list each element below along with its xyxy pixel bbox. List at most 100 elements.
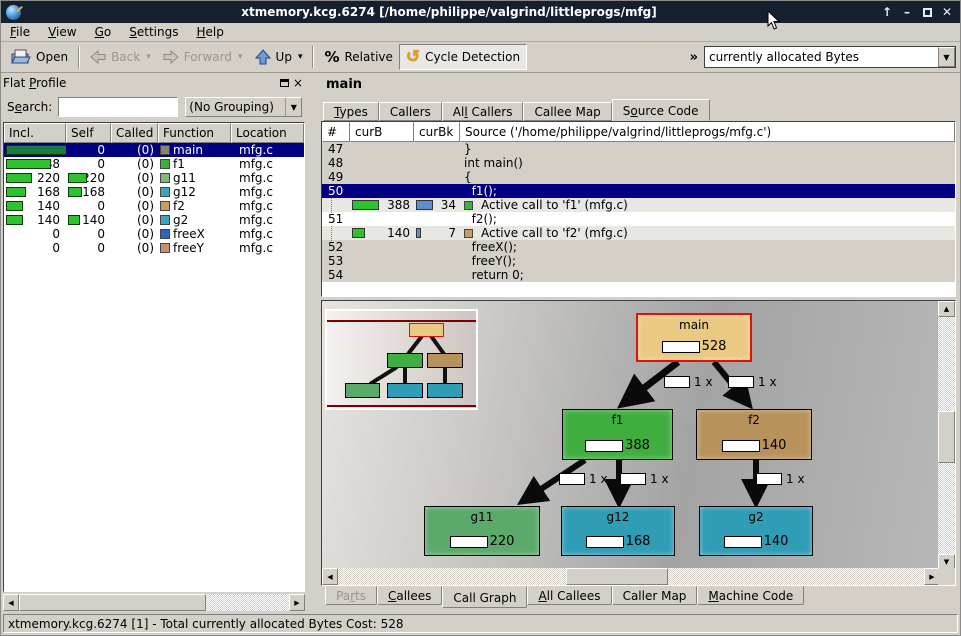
column-header-incl[interactable]: Incl. (4, 123, 66, 143)
toolbar-overflow-icon[interactable]: » (690, 50, 698, 65)
tab-machine-code[interactable]: Machine Code (697, 586, 804, 605)
event-type-combobox[interactable]: currently allocated Bytes ▼ (704, 46, 956, 68)
dock-float-button[interactable] (277, 77, 291, 90)
tab-types[interactable]: Types (323, 102, 379, 121)
table-row[interactable]: 140 0 (0) f2 mfg.c (4, 199, 304, 213)
source-line[interactable]: 54 return 0; (322, 268, 955, 282)
menu-settings[interactable]: Settings (120, 24, 187, 40)
tab-caller-map[interactable]: Caller Map (612, 586, 698, 605)
graph-node-f2[interactable]: f2 140 (696, 409, 812, 460)
source-line[interactable]: 49{ (322, 170, 955, 184)
table-row[interactable]: 388 0 (0) f1 mfg.c (4, 157, 304, 171)
graph-node-f1[interactable]: f1 388 (562, 409, 673, 460)
scroll-left-button[interactable]: ◀ (322, 568, 338, 585)
tab-callees[interactable]: Callees (377, 586, 442, 605)
call-graph-pane[interactable]: main 528 f1 388 f2 140 g11 220 g12 168 g… (321, 300, 956, 586)
scroll-left-button[interactable]: ◀ (3, 594, 19, 611)
up-dropdown-icon[interactable]: ▾ (298, 52, 303, 62)
scrollbar-thumb[interactable] (938, 411, 955, 463)
up-button[interactable]: Up ▾ (249, 44, 309, 70)
graph-hscrollbar[interactable]: ◀ ▶ (322, 568, 940, 585)
flat-profile-hscrollbar[interactable]: ◀ ▶ (3, 594, 305, 611)
column-header-location[interactable]: Location (231, 123, 304, 143)
tab-all-callers[interactable]: All Callers (442, 102, 524, 121)
menu-view[interactable]: View (39, 24, 85, 40)
incl-bar (6, 159, 51, 169)
function-color-icon (160, 201, 170, 211)
column-header-curbk[interactable]: curBk (414, 122, 460, 142)
tab-all-callees[interactable]: All Callees (527, 586, 611, 605)
table-row[interactable]: 0 0 (0) freeX mfg.c (4, 227, 304, 241)
grouping-arrow-button[interactable]: ▼ (285, 98, 301, 116)
table-row[interactable]: 220 220 (0) g11 mfg.c (4, 171, 304, 185)
source-line-selected[interactable]: 50 f1(); (322, 184, 955, 198)
minimize-button[interactable]: – (897, 3, 917, 21)
source-line[interactable]: 53 freeY(); (322, 254, 955, 268)
edge-label: 1 x (664, 375, 713, 389)
back-arrow-icon (90, 50, 106, 64)
cost-bar (722, 440, 760, 452)
edge-cost-bar (756, 473, 782, 485)
graph-node-main[interactable]: main 528 (636, 313, 752, 362)
back-button[interactable]: Back ▾ (84, 44, 157, 70)
dock-header[interactable]: Flat Profile × (3, 74, 305, 92)
graph-node-g11[interactable]: g11 220 (424, 506, 540, 556)
table-row[interactable]: 140 140 (0) g2 mfg.c (4, 213, 304, 227)
relative-button[interactable]: % Relative (318, 44, 398, 70)
tab-callers[interactable]: Callers (379, 102, 442, 121)
incl-bar (6, 215, 23, 225)
app-icon (6, 5, 21, 20)
close-button[interactable]: ✕ (937, 3, 957, 21)
back-dropdown-icon[interactable]: ▾ (146, 52, 151, 62)
tab-callee-map[interactable]: Callee Map (523, 102, 611, 121)
graph-node-g2[interactable]: g2 140 (699, 506, 813, 556)
cost-bar (352, 228, 365, 238)
graph-overview-thumbnail[interactable] (325, 309, 478, 410)
source-call-line[interactable]: 388 34 Active call to 'f1' (mfg.c) (322, 198, 955, 212)
edge-cost-bar (620, 473, 646, 485)
source-call-line[interactable]: 140 7 Active call to 'f2' (mfg.c) (322, 226, 955, 240)
scrollbar-thumb[interactable] (566, 568, 668, 585)
forward-dropdown-icon[interactable]: ▾ (238, 52, 243, 62)
column-header-line[interactable]: # (322, 122, 350, 142)
cost-bar (416, 200, 433, 210)
column-header-called[interactable]: Called (111, 123, 158, 143)
scrollbar-thumb[interactable] (19, 594, 206, 611)
source-line[interactable]: 48int main() (322, 156, 955, 170)
table-row[interactable]: 0 0 (0) freeY mfg.c (4, 241, 304, 255)
menu-file[interactable]: File (1, 24, 39, 40)
column-header-self[interactable]: Self (66, 123, 111, 143)
table-row[interactable]: 528 0 (0) main mfg.c (4, 143, 304, 157)
dock-close-button[interactable]: × (291, 77, 305, 90)
column-header-source[interactable]: Source ('/home/philippe/valgrind/littlep… (460, 122, 955, 142)
open-button[interactable]: Open (5, 44, 74, 70)
combo-arrow-button[interactable]: ▼ (938, 47, 955, 67)
menu-go[interactable]: Go (86, 24, 121, 40)
table-row[interactable]: 168 168 (0) g12 mfg.c (4, 185, 304, 199)
function-color-icon (160, 243, 170, 253)
column-header-function[interactable]: Function (158, 123, 231, 143)
grouping-combobox[interactable]: (No Grouping) ▼ (185, 97, 302, 117)
forward-button[interactable]: Forward ▾ (157, 44, 249, 70)
scroll-right-button[interactable]: ▶ (289, 594, 305, 611)
application-window: xtmemory.kcg.6274 [/home/philippe/valgri… (0, 0, 961, 636)
search-input[interactable] (58, 97, 178, 117)
tab-call-graph[interactable]: Call Graph (442, 586, 527, 608)
titlebar[interactable]: xtmemory.kcg.6274 [/home/philippe/valgri… (1, 1, 960, 23)
source-line[interactable]: 52 freeX(); (322, 240, 955, 254)
edge-label: 1 x (756, 472, 805, 486)
overview-node-f2 (427, 353, 463, 368)
scroll-up-button[interactable]: ▲ (938, 301, 955, 317)
source-line[interactable]: 51 f2(); (322, 212, 955, 226)
source-line[interactable]: 47} (322, 142, 955, 156)
menu-help[interactable]: Help (187, 24, 232, 40)
maximize-button[interactable] (917, 3, 937, 21)
shade-button[interactable]: ↑ (877, 3, 897, 21)
column-header-curb[interactable]: curB (350, 122, 414, 142)
cycle-detection-button[interactable]: ↺ Cycle Detection (399, 44, 527, 70)
tab-parts[interactable]: Parts (325, 586, 377, 605)
graph-node-g12[interactable]: g12 168 (561, 506, 675, 556)
tab-source-code[interactable]: Source Code (612, 99, 710, 121)
graph-vscrollbar[interactable]: ▲ ▼ (938, 301, 955, 570)
edge-cost-bar (664, 376, 690, 388)
